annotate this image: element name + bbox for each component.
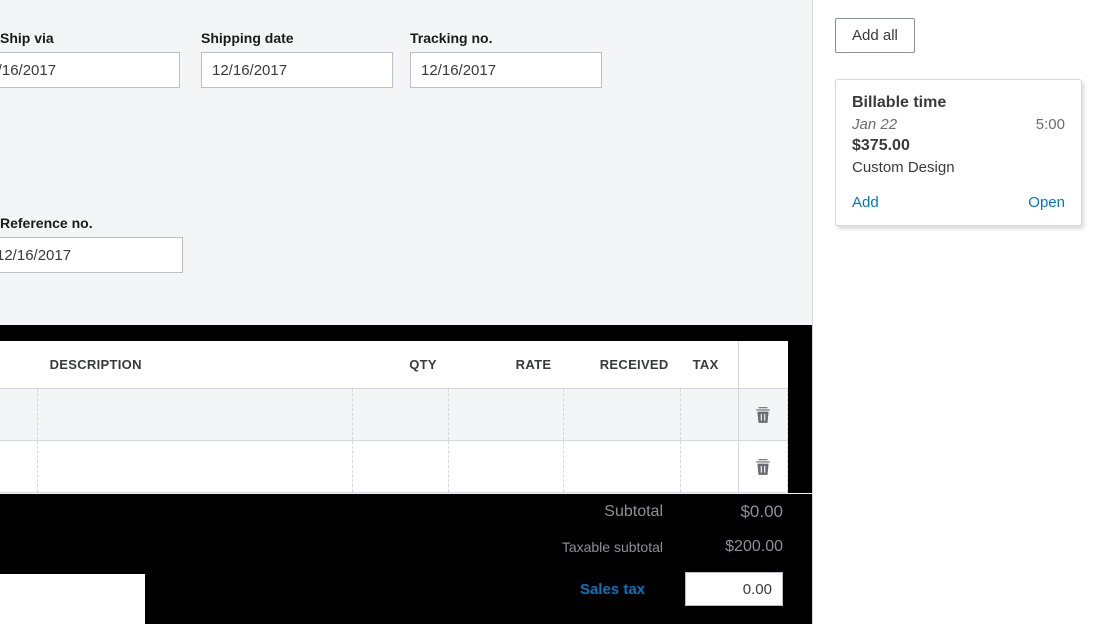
card-amount: $375.00 bbox=[852, 137, 1065, 155]
tracking-no-field: Tracking no. bbox=[410, 30, 602, 88]
col-qty-header: QTY bbox=[352, 341, 449, 389]
suggestions-sidebar: Add all Billable time Jan 22 5:00 $375.0… bbox=[812, 0, 1104, 624]
taxable-subtotal-value: $200.00 bbox=[703, 538, 783, 556]
tracking-no-input[interactable] bbox=[410, 52, 602, 88]
sales-tax-link[interactable]: Sales tax bbox=[580, 581, 645, 598]
reference-no-field: Reference no. bbox=[0, 215, 183, 273]
col-end-header bbox=[788, 341, 812, 389]
reference-no-label: Reference no. bbox=[0, 215, 183, 231]
delete-row-button[interactable] bbox=[747, 441, 780, 492]
card-add-link[interactable]: Add bbox=[852, 194, 879, 211]
col-blank-header bbox=[0, 341, 38, 389]
tracking-no-label: Tracking no. bbox=[410, 30, 602, 46]
shipping-date-label: Shipping date bbox=[201, 30, 393, 46]
card-title: Billable time bbox=[852, 94, 1065, 112]
reference-no-input[interactable] bbox=[0, 237, 183, 273]
taxable-subtotal-label: Taxable subtotal bbox=[562, 539, 663, 555]
card-date: Jan 22 bbox=[852, 116, 897, 133]
col-rate-header: RATE bbox=[449, 341, 563, 389]
shipping-date-input[interactable] bbox=[201, 52, 393, 88]
trash-icon bbox=[755, 458, 771, 476]
bottom-left-panel bbox=[0, 574, 145, 624]
delete-row-button[interactable] bbox=[747, 389, 780, 440]
card-open-link[interactable]: Open bbox=[1028, 194, 1065, 211]
totals-section: Subtotal $0.00 Taxable subtotal $200.00 … bbox=[145, 494, 797, 614]
shipping-date-field: Shipping date bbox=[201, 30, 393, 88]
col-description-header: DESCRIPTION bbox=[38, 341, 352, 389]
table-row[interactable] bbox=[0, 441, 812, 493]
ship-via-field: Ship via bbox=[0, 30, 180, 88]
ship-via-input[interactable] bbox=[0, 52, 180, 88]
line-items-table: DESCRIPTION QTY RATE RECEIVED TAX bbox=[0, 341, 812, 493]
card-description: Custom Design bbox=[852, 159, 1065, 176]
col-tax-header: TAX bbox=[681, 341, 739, 389]
add-all-button[interactable]: Add all bbox=[835, 18, 915, 53]
trash-icon bbox=[755, 406, 771, 424]
table-row[interactable] bbox=[0, 389, 812, 441]
col-received-header: RECEIVED bbox=[563, 341, 680, 389]
col-delete-header bbox=[738, 341, 788, 389]
table-top-bar bbox=[0, 325, 812, 341]
subtotal-label: Subtotal bbox=[604, 503, 663, 521]
card-duration: 5:00 bbox=[1036, 116, 1065, 133]
sales-tax-input[interactable] bbox=[685, 572, 783, 606]
subtotal-value: $0.00 bbox=[703, 502, 783, 522]
billable-time-card: Billable time Jan 22 5:00 $375.00 Custom… bbox=[835, 79, 1082, 226]
ship-via-label: Ship via bbox=[0, 30, 180, 46]
